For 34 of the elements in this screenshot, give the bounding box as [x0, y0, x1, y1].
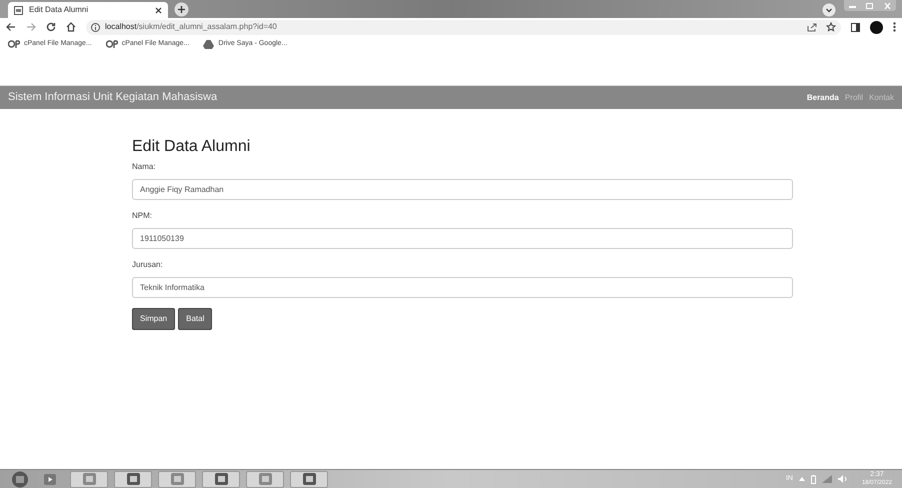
- profile-avatar-icon[interactable]: [870, 20, 883, 34]
- form-title: Edit Data Alumni: [132, 137, 252, 157]
- input-field[interactable]: 1911050139: [132, 228, 793, 249]
- home-icon[interactable]: [66, 22, 76, 32]
- side-panel-icon[interactable]: [851, 22, 860, 32]
- share-icon[interactable]: [807, 22, 817, 32]
- field-label: Jurusan:: [132, 259, 164, 271]
- start-button-icon[interactable]: [10, 470, 30, 488]
- cpanel-logo-icon: [8, 40, 20, 48]
- reload-icon[interactable]: [46, 22, 56, 32]
- back-icon[interactable]: [6, 22, 16, 32]
- input-field[interactable]: Anggie Fiqy Ramadhan: [132, 179, 793, 200]
- url-text: localhost/siukm/edit_alumni_assalam.php?id=40: [105, 21, 278, 33]
- info-icon[interactable]: [91, 22, 100, 32]
- form-button[interactable]: Batal: [178, 308, 212, 330]
- new-tab-icon[interactable]: [174, 2, 189, 17]
- taskbar-button[interactable]: [290, 470, 328, 488]
- taskbar-button[interactable]: [114, 470, 152, 488]
- browser-tab[interactable]: Edit Data Alumni: [8, 2, 168, 18]
- form-button[interactable]: Simpan: [132, 308, 176, 330]
- close-icon[interactable]: [155, 6, 162, 14]
- menu-icon[interactable]: [893, 22, 896, 32]
- input-field[interactable]: Teknik Informatika: [132, 277, 793, 298]
- taskbar-button[interactable]: [202, 470, 240, 488]
- field-label: NPM:: [132, 210, 153, 222]
- tab-title: Edit Data Alumni: [29, 4, 90, 16]
- star-icon[interactable]: [826, 22, 836, 32]
- media-player-icon[interactable]: [44, 474, 56, 484]
- chevron-down-icon[interactable]: [822, 3, 836, 17]
- field-label: Nama:: [132, 161, 157, 173]
- address-bar[interactable]: localhost/siukm/edit_alumni_assalam.php?id=40: [86, 20, 841, 34]
- cpanel-logo-icon: [106, 40, 118, 48]
- page-icon: [14, 6, 23, 14]
- nav-link[interactable]: Beranda: [806, 92, 839, 104]
